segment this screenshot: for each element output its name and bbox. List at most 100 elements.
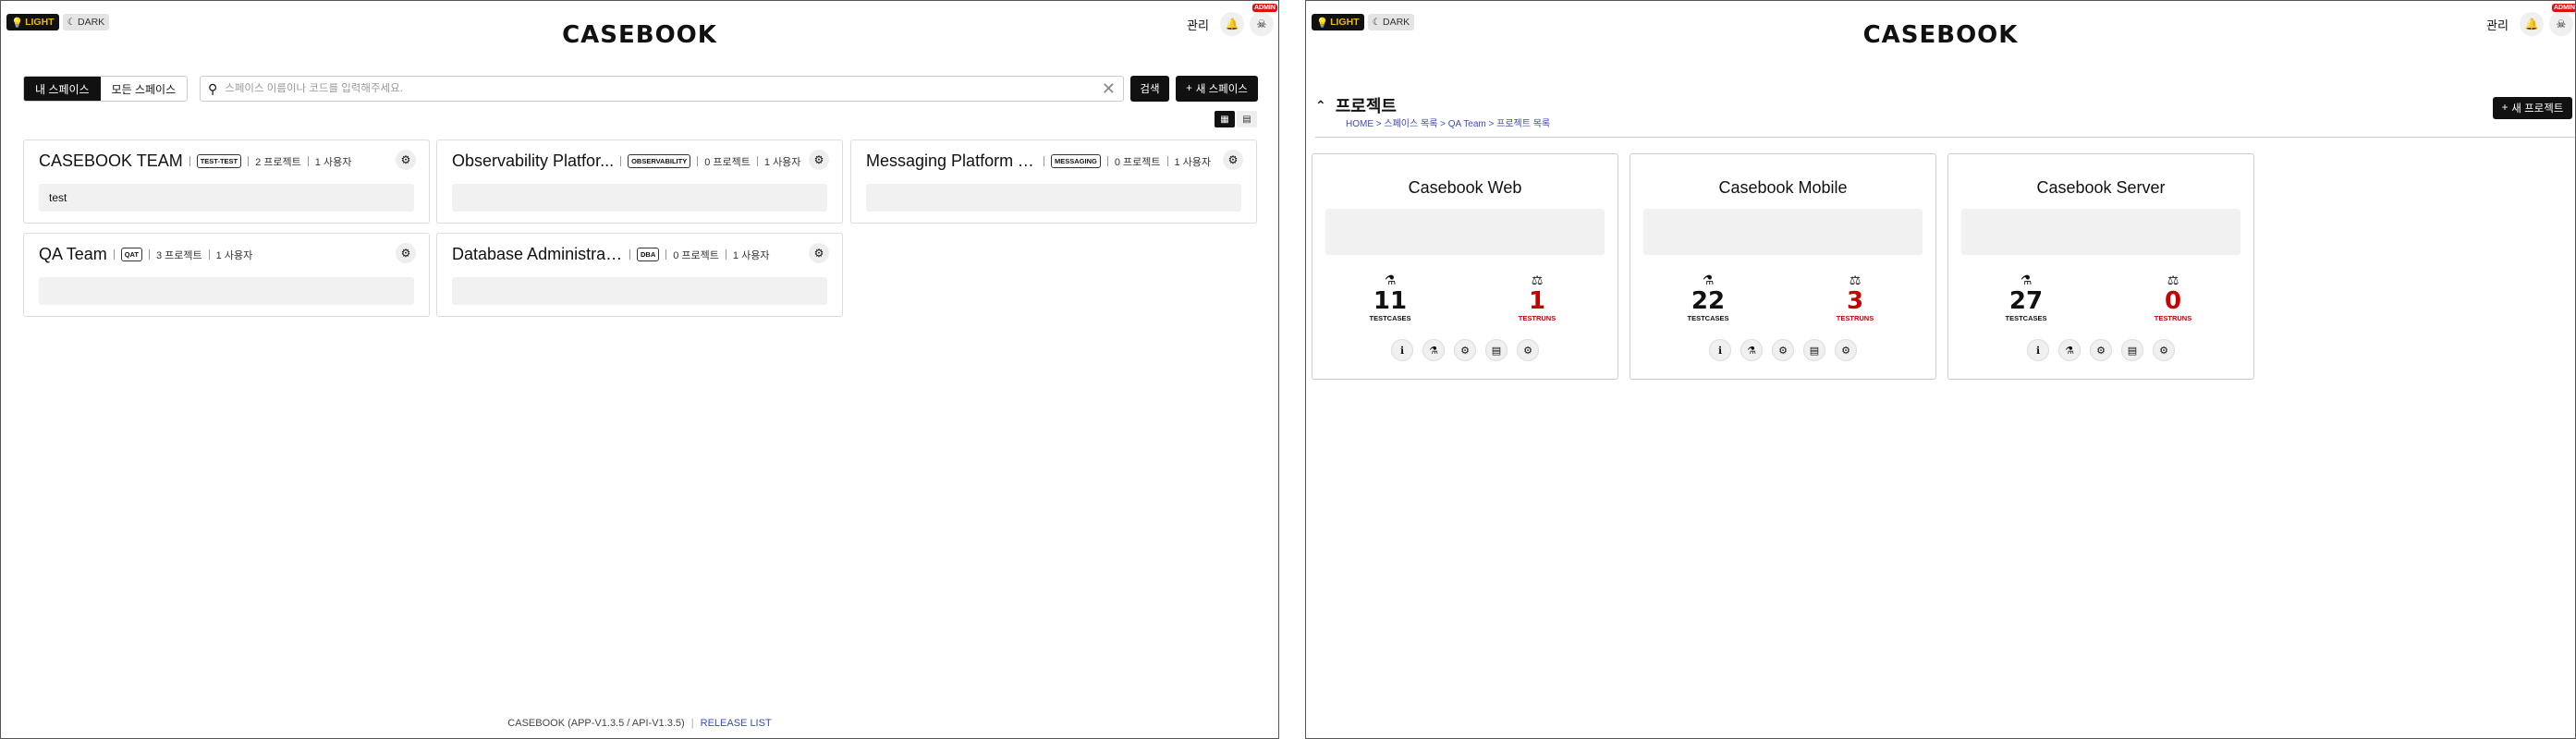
spaces-screen: 💡 LIGHT ☾ DARK CASEBOOK 관리 🔔 ☠ ADMIN 내 스페이스… [0, 0, 1279, 739]
gear-icon: ⚙ [400, 153, 411, 166]
report-icon[interactable]: ▤ [1485, 339, 1508, 361]
testcase-stat[interactable]: ⚗ 11 TESTCASES [1344, 273, 1436, 322]
user-avatar-button[interactable]: ☠ ADMIN [1249, 4, 1277, 36]
search-button[interactable]: 검색 [1130, 76, 1169, 102]
testrun-stat[interactable]: ⚖ 3 TESTRUNS [1809, 273, 1901, 322]
space-name[interactable]: CASEBOOK TEAM [39, 151, 183, 171]
space-code-badge: TEST-TEST [196, 154, 242, 168]
testcase-icon[interactable]: ⚗ [1422, 339, 1445, 361]
search-bar: ⚲ ✕ [200, 76, 1124, 102]
project-name[interactable]: Casebook Server [1948, 178, 2253, 198]
space-card[interactable]: Database Administration T... DBA 0 프로젝트 … [436, 233, 843, 317]
space-card-header: QA Team QAT 3 프로젝트 1 사용자 [39, 245, 416, 264]
space-settings-button[interactable]: ⚙ [396, 243, 416, 263]
testrun-count: 3 [1846, 287, 1864, 315]
space-name[interactable]: Observability Platfor... [452, 151, 614, 171]
project-count: 0 프로젝트 [1114, 156, 1161, 168]
space-code-badge: DBA [637, 248, 660, 261]
space-description: test [39, 184, 414, 212]
scale-icon: ⚖ [2167, 273, 2179, 287]
app-logo[interactable]: CASEBOOK [1306, 21, 2575, 49]
search-icon: ⚲ [208, 80, 218, 96]
user-count: 1 사용자 [1174, 156, 1212, 168]
space-settings-button[interactable]: ⚙ [396, 150, 416, 170]
admin-badge: ADMIN [1251, 4, 1277, 12]
project-card[interactable]: Casebook Mobile ⚗ 22 TESTCASES ⚖ 3 TESTR… [1630, 153, 1936, 380]
testcase-stat[interactable]: ⚗ 22 TESTCASES [1662, 273, 1754, 322]
space-name[interactable]: Database Administration T... [452, 245, 623, 264]
space-card-header: CASEBOOK TEAM TEST-TEST 2 프로젝트 1 사용자 [39, 151, 416, 171]
gear-icon: ⚙ [400, 247, 411, 260]
info-icon[interactable]: ℹ [1709, 339, 1731, 361]
testcase-label: TESTCASES [1369, 314, 1411, 322]
grid-view-icon[interactable]: ▦ [1215, 111, 1235, 127]
space-code-badge: OBSERVABILITY [628, 154, 691, 168]
tab-my-spaces[interactable]: 내 스페이스 [24, 77, 101, 101]
skull-avatar-icon: ☠ [1256, 18, 1267, 30]
gear-icon[interactable]: ⚙ [1517, 339, 1539, 361]
user-avatar-button[interactable]: ☠ ADMIN [2548, 4, 2575, 36]
header-actions: 관리 🔔 ☠ ADMIN [1187, 4, 1277, 36]
testrun-icon[interactable]: ⚙ [1454, 339, 1476, 361]
scale-icon: ⚖ [1531, 273, 1544, 287]
admin-link[interactable]: 관리 [2486, 16, 2509, 33]
testrun-icon[interactable]: ⚙ [1772, 339, 1794, 361]
breadcrumb[interactable]: HOME > 스페이스 목록 > QA Team > 프로젝트 목록 [1346, 115, 1550, 129]
new-project-button[interactable]: + 새 프로젝트 [2493, 97, 2572, 119]
project-description [1643, 209, 1923, 255]
notification-button[interactable]: 🔔 [1219, 12, 1244, 36]
tab-all-spaces[interactable]: 모든 스페이스 [101, 77, 188, 101]
space-card[interactable]: QA Team QAT 3 프로젝트 1 사용자 ⚙ [23, 233, 430, 317]
space-settings-button[interactable]: ⚙ [1223, 150, 1243, 170]
clear-icon[interactable]: ✕ [1102, 79, 1116, 99]
space-name[interactable]: QA Team [39, 245, 107, 264]
scale-icon: ⚖ [1849, 273, 1862, 287]
admin-link[interactable]: 관리 [1187, 16, 1209, 33]
space-description [39, 277, 414, 305]
release-list-link[interactable]: RELEASE LIST [701, 718, 772, 729]
space-card[interactable]: CASEBOOK TEAM TEST-TEST 2 프로젝트 1 사용자 ⚙ t… [23, 139, 430, 224]
project-name[interactable]: Casebook Web [1312, 178, 1618, 198]
list-view-icon[interactable]: ▤ [1237, 111, 1257, 127]
info-icon[interactable]: ℹ [1391, 339, 1413, 361]
chevron-up-icon[interactable]: ⌃ [1315, 98, 1326, 114]
space-card[interactable]: Observability Platfor... OBSERVABILITY 0… [436, 139, 843, 224]
footer: CASEBOOK (APP-V1.3.5 / API-V1.3.5) | REL… [507, 718, 772, 729]
projects-header: ⌃ 프로젝트 HOME > 스페이스 목록 > QA Team > 프로젝트 목… [1315, 90, 2575, 138]
gear-icon: ⚙ [813, 247, 824, 260]
notification-button[interactable]: 🔔 [2519, 12, 2544, 36]
testrun-stat[interactable]: ⚖ 1 TESTRUNS [1491, 273, 1583, 322]
new-space-button[interactable]: + 새 스페이스 [1176, 76, 1258, 102]
testrun-icon[interactable]: ⚙ [2090, 339, 2112, 361]
testcase-stat[interactable]: ⚗ 27 TESTCASES [1980, 273, 2072, 322]
report-icon[interactable]: ▤ [1803, 339, 1825, 361]
space-settings-button[interactable]: ⚙ [809, 243, 829, 263]
space-name[interactable]: Messaging Platform Te... [866, 151, 1037, 171]
testrun-label: TESTRUNS [1518, 314, 1557, 322]
testcase-icon[interactable]: ⚗ [2058, 339, 2081, 361]
testcase-icon: ⚗ [2020, 273, 2033, 287]
testcase-count: 11 [1373, 287, 1408, 315]
project-actions: ℹ ⚗ ⚙ ▤ ⚙ [1948, 339, 2253, 361]
testrun-stat[interactable]: ⚖ 0 TESTRUNS [2127, 273, 2219, 322]
gear-icon[interactable]: ⚙ [2153, 339, 2175, 361]
space-scope-tabs: 내 스페이스 모든 스페이스 [23, 76, 189, 102]
report-icon[interactable]: ▤ [2121, 339, 2143, 361]
admin-badge: ADMIN [2551, 4, 2575, 12]
gear-icon[interactable]: ⚙ [1835, 339, 1857, 361]
project-name[interactable]: Casebook Mobile [1630, 178, 1935, 198]
testcase-icon[interactable]: ⚗ [1740, 339, 1763, 361]
testcase-count: 22 [1691, 287, 1726, 315]
app-logo[interactable]: CASEBOOK [1, 21, 1278, 49]
bell-icon: 🔔 [2524, 18, 2539, 30]
space-description [452, 184, 827, 212]
space-settings-button[interactable]: ⚙ [809, 150, 829, 170]
search-input[interactable] [225, 83, 1094, 94]
project-card[interactable]: Casebook Server ⚗ 27 TESTCASES ⚖ 0 TESTR… [1947, 153, 2254, 380]
project-card[interactable]: Casebook Web ⚗ 11 TESTCASES ⚖ 1 TESTRUNS… [1312, 153, 1618, 380]
project-count: 3 프로젝트 [156, 249, 202, 261]
space-code-badge: QAT [120, 248, 142, 261]
space-card[interactable]: Messaging Platform Te... MESSAGING 0 프로젝… [850, 139, 1257, 224]
info-icon[interactable]: ℹ [2027, 339, 2049, 361]
space-description [452, 277, 827, 305]
